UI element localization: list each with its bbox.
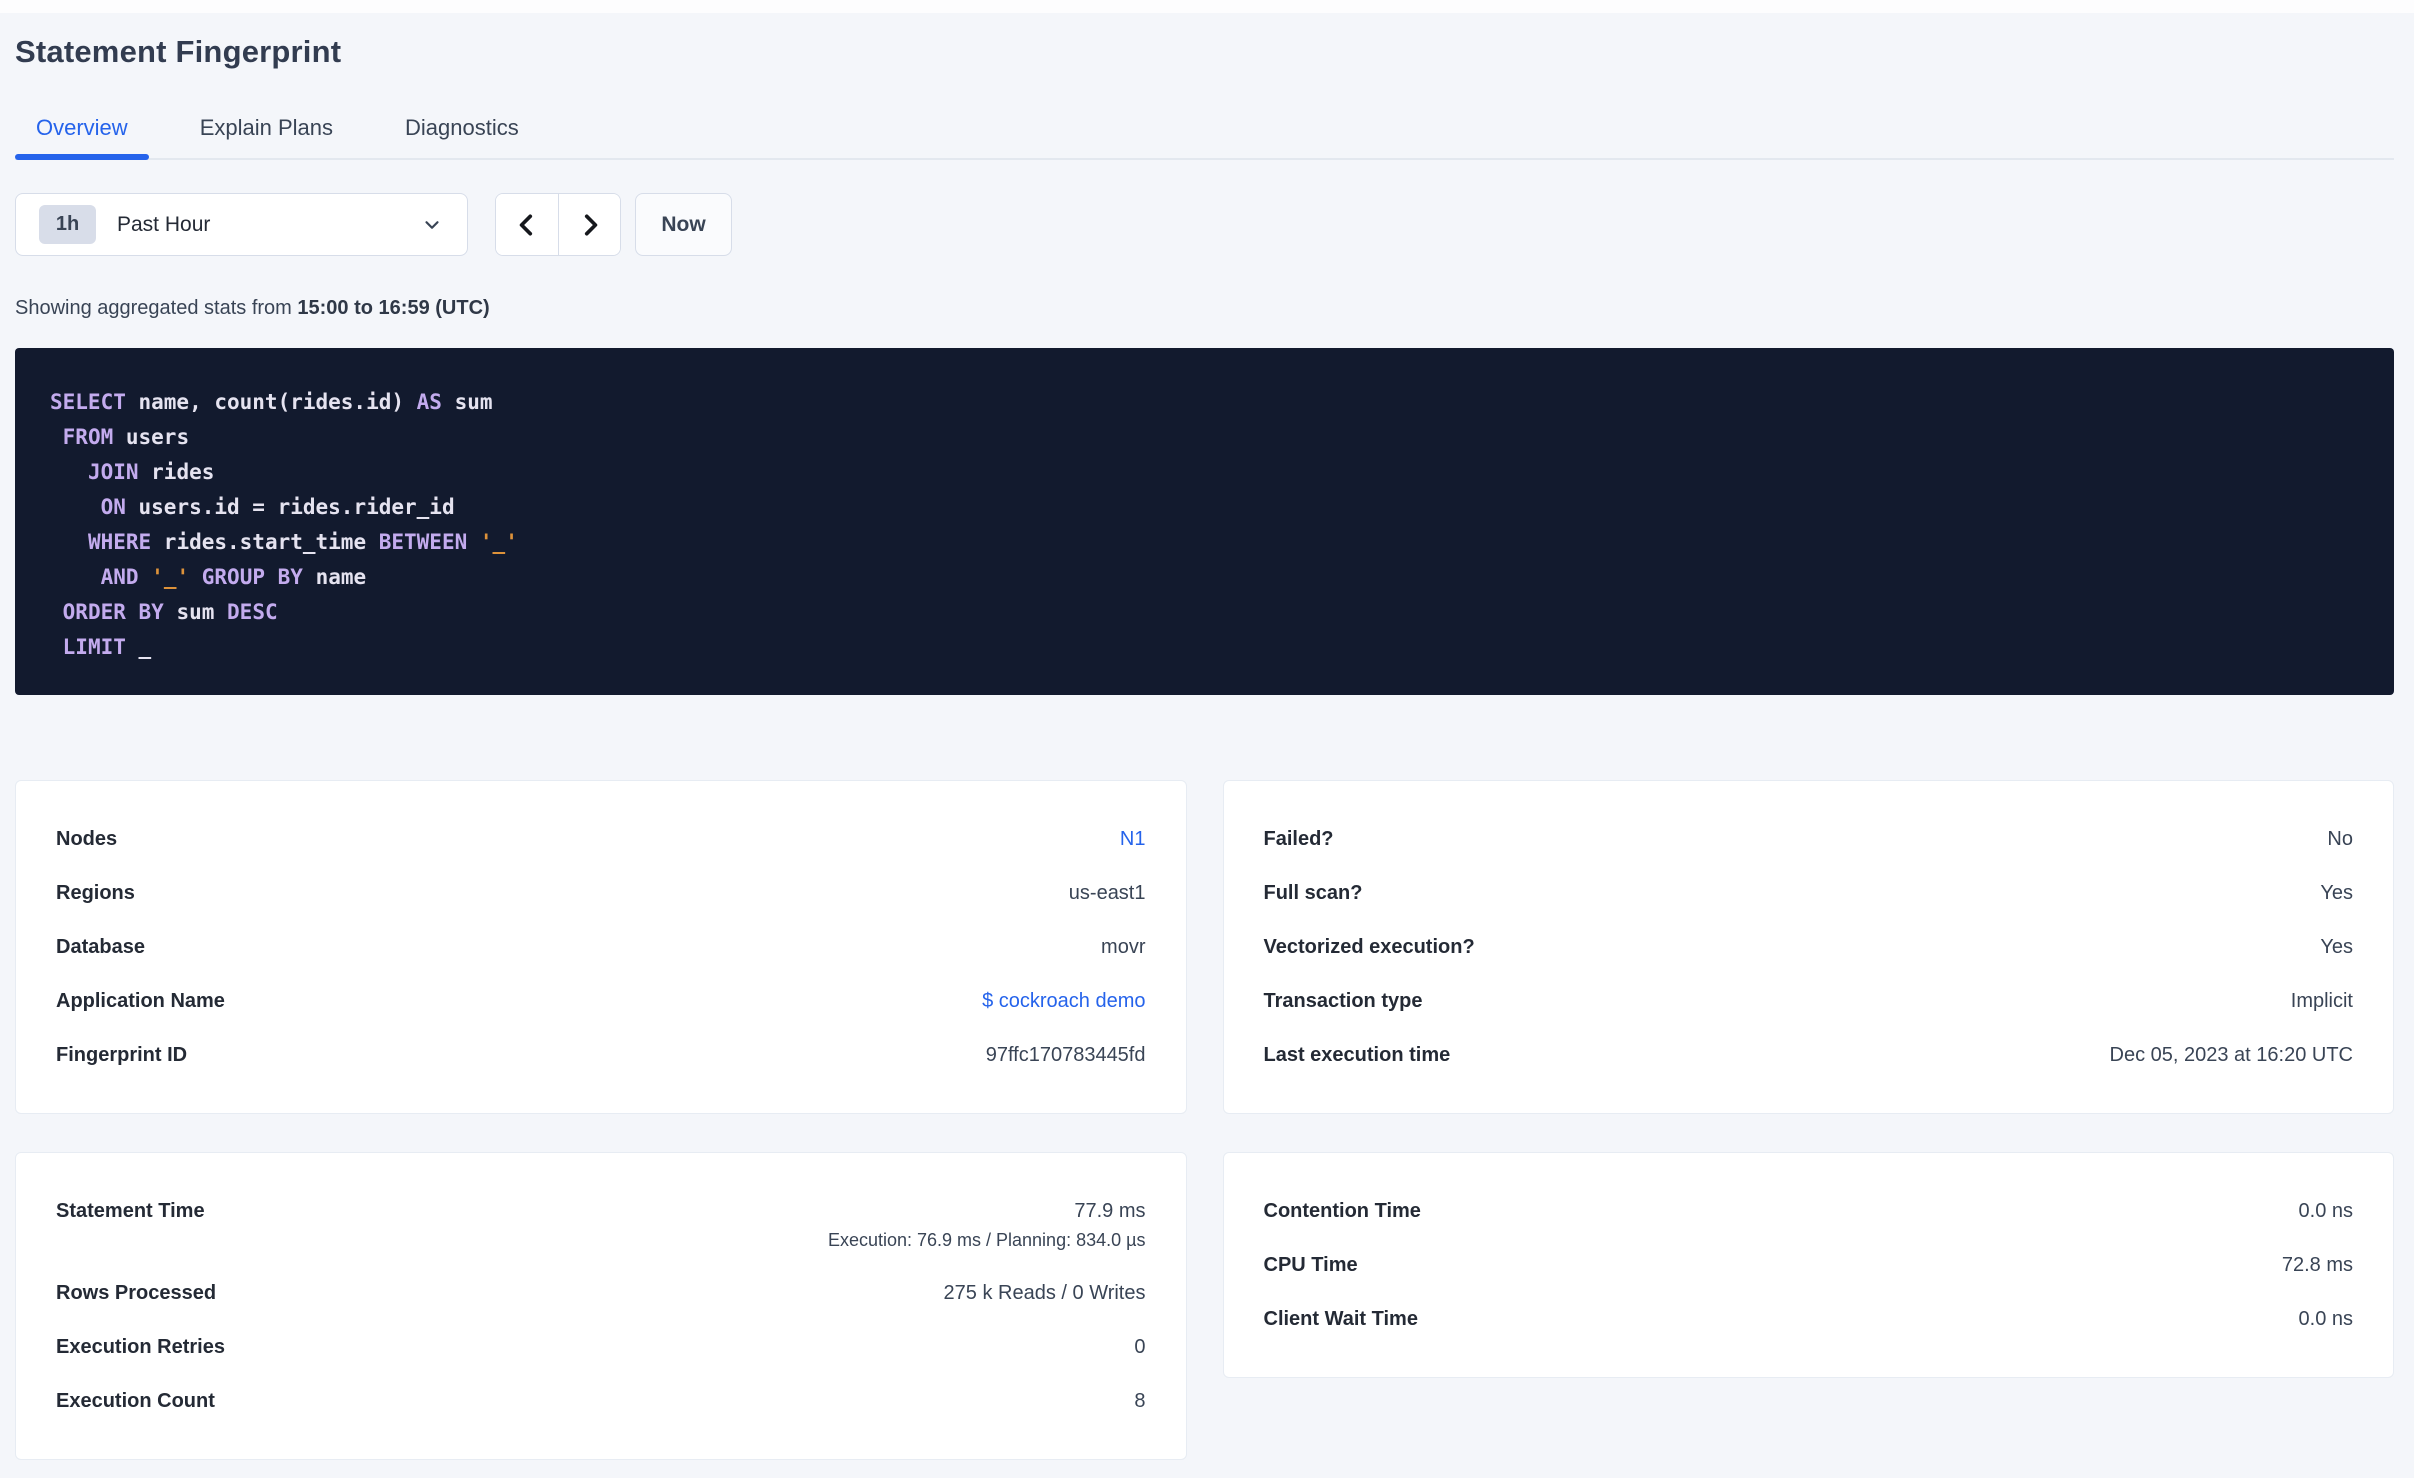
statement-details-card: Nodes N1 Regions us-east1 Database movr … bbox=[15, 780, 1187, 1114]
nodes-link[interactable]: N1 bbox=[1120, 825, 1146, 853]
row-full-scan: Full scan? Yes bbox=[1263, 882, 2354, 904]
now-button[interactable]: Now bbox=[635, 193, 732, 256]
tab-overview-label: Overview bbox=[36, 115, 128, 140]
chevron-down-icon bbox=[425, 220, 439, 229]
row-cpu-time: CPU Time 72.8 ms bbox=[1263, 1254, 2354, 1276]
tab-explain-plans-label: Explain Plans bbox=[199, 115, 333, 140]
row-transaction-type: Transaction type Implicit bbox=[1263, 990, 2354, 1012]
row-execution-count: Execution Count 8 bbox=[56, 1390, 1146, 1412]
row-vectorized-execution: Vectorized execution? Yes bbox=[1263, 936, 2354, 958]
statement-waits-card: Contention Time 0.0 ns CPU Time 72.8 ms … bbox=[1222, 1152, 2394, 1378]
row-regions: Regions us-east1 bbox=[56, 882, 1146, 904]
row-rows-processed: Rows Processed 275 k Reads / 0 Writes bbox=[56, 1282, 1146, 1304]
time-range-badge: 1h bbox=[39, 205, 96, 244]
summary-cards-top: Nodes N1 Regions us-east1 Database movr … bbox=[15, 780, 2394, 1114]
tab-overview[interactable]: Overview bbox=[15, 115, 149, 160]
sql-statement-box: SELECT name, count(rides.id) AS sum FROM… bbox=[15, 348, 2394, 695]
statement-timings-card: Statement Time 77.9 ms Execution: 76.9 m… bbox=[15, 1152, 1187, 1460]
row-nodes: Nodes N1 bbox=[56, 812, 1146, 866]
application-name-link[interactable]: $ cockroach demo bbox=[982, 987, 1145, 1015]
statement-fingerprint-page: Statement Fingerprint Overview Explain P… bbox=[0, 34, 2414, 1460]
tab-bar: Overview Explain Plans Diagnostics bbox=[15, 115, 2394, 160]
tab-diagnostics[interactable]: Diagnostics bbox=[384, 115, 540, 158]
statement-attributes-card: Failed? No Full scan? Yes Vectorized exe… bbox=[1222, 780, 2394, 1114]
row-application-name: Application Name $ cockroach demo bbox=[56, 974, 1146, 1028]
time-range-dropdown[interactable]: 1h Past Hour bbox=[15, 193, 468, 256]
stats-line-range: 15:00 to 16:59 (UTC) bbox=[297, 297, 490, 319]
top-strip bbox=[0, 0, 2414, 13]
chevron-right-icon bbox=[584, 213, 597, 236]
summary-cards-bottom: Statement Time 77.9 ms Execution: 76.9 m… bbox=[15, 1152, 2394, 1460]
row-failed: Failed? No bbox=[1263, 828, 2354, 850]
row-database: Database movr bbox=[56, 936, 1146, 958]
chevron-left-icon bbox=[519, 213, 533, 236]
prev-interval-button[interactable] bbox=[496, 194, 558, 255]
row-last-execution-time: Last execution time Dec 05, 2023 at 16:2… bbox=[1263, 1044, 2354, 1066]
stats-line-prefix: Showing aggregated stats from bbox=[15, 297, 292, 319]
time-controls: 1h Past Hour Now bbox=[15, 193, 2394, 256]
tab-diagnostics-label: Diagnostics bbox=[405, 115, 519, 140]
row-statement-time: Statement Time 77.9 ms Execution: 76.9 m… bbox=[56, 1184, 1146, 1266]
tab-explain-plans[interactable]: Explain Plans bbox=[179, 115, 354, 158]
time-interval-arrows bbox=[495, 193, 621, 256]
next-interval-button[interactable] bbox=[558, 194, 620, 255]
row-contention-time: Contention Time 0.0 ns bbox=[1263, 1200, 2354, 1222]
aggregated-stats-line: Showing aggregated stats from 15:00 to 1… bbox=[15, 297, 2394, 320]
time-range-label: Past Hour bbox=[117, 212, 211, 236]
row-execution-retries: Execution Retries 0 bbox=[56, 1336, 1146, 1358]
statement-time-breakdown: Execution: 76.9 ms / Planning: 834.0 µs bbox=[827, 1230, 1146, 1250]
page-title: Statement Fingerprint bbox=[15, 34, 342, 69]
row-fingerprint-id: Fingerprint ID 97ffc170783445fd bbox=[56, 1044, 1146, 1066]
row-client-wait-time: Client Wait Time 0.0 ns bbox=[1263, 1308, 2354, 1330]
